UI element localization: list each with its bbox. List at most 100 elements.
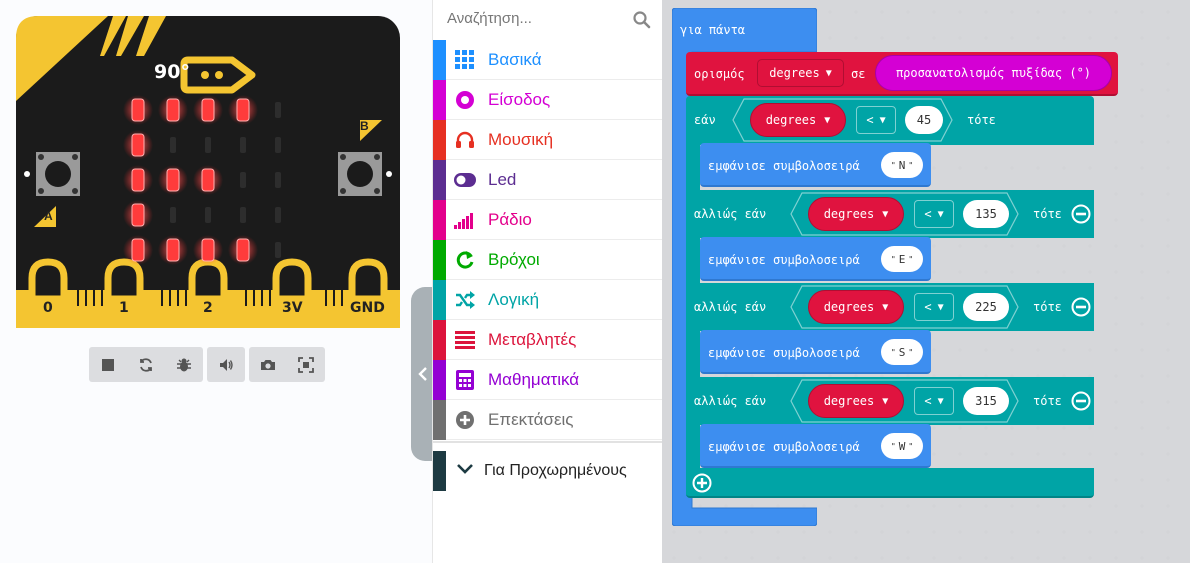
threshold-value: 225	[975, 300, 997, 314]
compass-heading-block[interactable]: προσανατολισμός πυξίδας (°)	[875, 55, 1112, 91]
calculator-icon	[454, 369, 476, 391]
screenshot-icon[interactable]	[249, 347, 287, 382]
led-off	[275, 172, 281, 188]
led-off	[205, 207, 211, 223]
if-block[interactable]: εάν degrees ▼ < ▼ 45 τότε	[686, 96, 1094, 145]
operator-dropdown[interactable]: < ▼	[914, 387, 954, 415]
if-block-footer	[686, 468, 1094, 498]
led-on	[166, 168, 180, 192]
set-variable-block[interactable]: ορισμός degrees ▼ σε προσανατολισμός πυξί…	[686, 52, 1118, 96]
then-label: τότε	[1033, 207, 1062, 221]
button-a-label: A	[44, 209, 53, 223]
chevron-down-icon: ▼	[825, 67, 832, 79]
show-string-block[interactable]: εμφάνισε συμβολοσειρά " W "	[700, 424, 931, 468]
compass-heading: 90°	[154, 61, 190, 83]
variable-name: degrees	[769, 66, 820, 80]
simulator-pane: 90° A B 0 1 2 3V GND	[0, 0, 432, 563]
show-string-label: εμφάνισε συμβολοσειρά	[708, 253, 860, 267]
category-math[interactable]: Μαθηματικά	[433, 359, 663, 400]
operator-dropdown[interactable]: < ▼	[914, 200, 954, 228]
shuffle-icon	[454, 289, 476, 311]
led-on	[131, 168, 145, 192]
category-label: Μεταβλητές	[488, 329, 577, 349]
led-on	[131, 98, 145, 122]
add-branch-icon[interactable]	[692, 473, 712, 493]
variable-dropdown[interactable]: degrees ▼	[757, 59, 844, 87]
stop-icon[interactable]	[89, 347, 127, 382]
fullscreen-icon[interactable]	[287, 347, 325, 382]
variable-reporter[interactable]: degrees ▼	[750, 103, 846, 137]
string-input[interactable]: " W "	[881, 433, 923, 459]
variable-name: degrees	[765, 113, 817, 127]
remove-branch-icon[interactable]	[1071, 391, 1091, 411]
remove-branch-icon[interactable]	[1071, 297, 1091, 317]
debug-icon[interactable]	[165, 347, 203, 382]
category-label: Μαθηματικά	[488, 369, 580, 389]
led-on	[131, 238, 145, 262]
search-icon[interactable]	[632, 10, 652, 30]
show-string-block[interactable]: εμφάνισε συμβολοσειρά " E "	[700, 237, 931, 281]
quote-open: "	[890, 254, 896, 264]
sound-icon[interactable]	[207, 347, 245, 382]
operator-dropdown[interactable]: < ▼	[914, 293, 954, 321]
category-loops[interactable]: Βρόχοι	[433, 239, 663, 280]
show-string-block[interactable]: εμφάνισε συμβολοσειρά " N "	[700, 143, 931, 187]
microbit-board: 90° A B 0 1 2 3V GND	[16, 16, 400, 328]
led-off	[275, 102, 281, 118]
advanced-toggle[interactable]: Για Προχωρημένους	[433, 451, 663, 491]
category-music[interactable]: Μουσική	[433, 119, 663, 160]
search-input[interactable]	[447, 10, 627, 27]
else-if-row[interactable]: αλλιώς εάν degrees ▼ < ▼ 135 τότε	[686, 190, 1094, 238]
quote-close: "	[908, 254, 914, 264]
string-input[interactable]: " S "	[881, 339, 923, 365]
threshold-input[interactable]: 225	[963, 293, 1009, 321]
variable-name: degrees	[823, 394, 875, 408]
chevron-down-icon: ▼	[879, 114, 886, 126]
else-if-label: αλλιώς εάν	[694, 207, 767, 221]
quote-close: "	[908, 160, 914, 170]
forever-label: για πάντα	[680, 23, 746, 37]
restart-icon[interactable]	[127, 347, 165, 382]
category-label: Μουσική	[488, 129, 554, 149]
threshold-value: 45	[916, 113, 932, 127]
input-icon	[454, 89, 476, 111]
variable-reporter[interactable]: degrees ▼	[808, 290, 904, 324]
category-basic[interactable]: Βασικά	[433, 39, 663, 80]
show-string-block[interactable]: εμφάνισε συμβολοσειρά " S "	[700, 330, 931, 374]
blocks-workspace[interactable]: για πάντα ορισμός degrees ▼ σε προσανατολ…	[662, 0, 1190, 563]
else-if-row[interactable]: αλλιώς εάν degrees ▼ < ▼ 225 τότε	[686, 283, 1094, 331]
quote-open: "	[890, 441, 896, 451]
if-block-spine	[686, 141, 700, 190]
variable-reporter[interactable]: degrees ▼	[808, 384, 904, 418]
category-led[interactable]: Led	[433, 159, 663, 200]
led-off	[240, 137, 246, 153]
string-input[interactable]: " E "	[881, 246, 923, 272]
category-variables[interactable]: Μεταβλητές	[433, 319, 663, 360]
quote-open: "	[890, 347, 896, 357]
threshold-input[interactable]: 315	[963, 387, 1009, 415]
led-on	[201, 98, 215, 122]
led-on	[131, 133, 145, 157]
category-label: Είσοδος	[488, 89, 551, 109]
variable-name: degrees	[823, 207, 875, 221]
category-radio[interactable]: Ράδιο	[433, 199, 663, 240]
if-block-spine	[686, 328, 700, 377]
show-string-label: εμφάνισε συμβολοσειρά	[708, 440, 860, 454]
show-string-label: εμφάνισε συμβολοσειρά	[708, 159, 860, 173]
category-logic[interactable]: Λογική	[433, 279, 663, 320]
if-label: εάν	[694, 113, 716, 127]
string-input[interactable]: " N "	[881, 152, 923, 178]
category-label: Επεκτάσεις	[488, 409, 574, 429]
chevron-down-icon: ▼	[937, 301, 944, 313]
operator-dropdown[interactable]: < ▼	[856, 106, 896, 134]
variable-reporter[interactable]: degrees ▼	[808, 197, 904, 231]
threshold-input[interactable]: 135	[963, 200, 1009, 228]
threshold-input[interactable]: 45	[905, 106, 943, 134]
to-label: σε	[851, 67, 866, 81]
category-extensions[interactable]: Επεκτάσεις	[433, 399, 663, 440]
category-input[interactable]: Είσοδος	[433, 79, 663, 120]
toggle-icon	[454, 169, 476, 191]
remove-branch-icon[interactable]	[1071, 204, 1091, 224]
string-value: E	[898, 252, 906, 266]
else-if-row[interactable]: αλλιώς εάν degrees ▼ < ▼ 315 τότε	[686, 377, 1094, 425]
